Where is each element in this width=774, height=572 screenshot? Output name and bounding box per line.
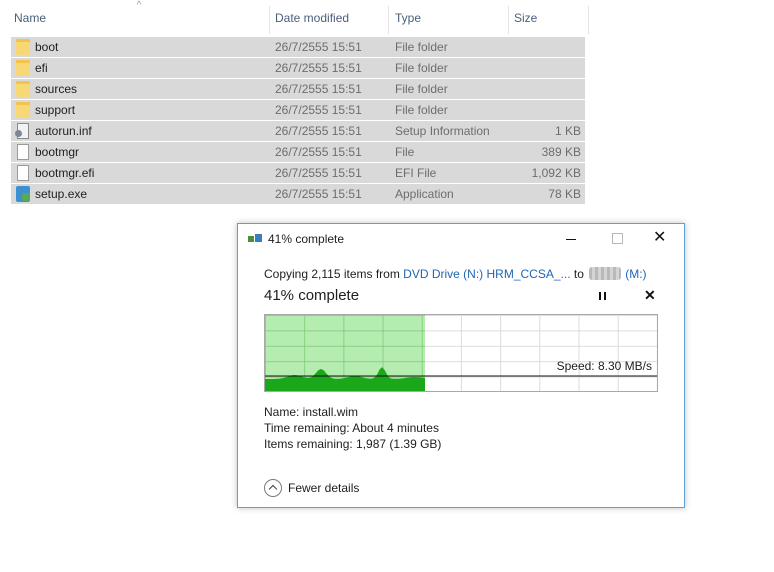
file-type: EFI File bbox=[395, 166, 437, 180]
maximize-button bbox=[595, 224, 641, 254]
file-copy-icon bbox=[248, 234, 262, 244]
file-type: File folder bbox=[395, 40, 448, 54]
file-size: 78 KB bbox=[548, 187, 581, 201]
chevron-up-icon bbox=[264, 479, 282, 497]
to-text: to bbox=[570, 267, 588, 281]
dialog-titlebar[interactable]: 41% complete ✕ bbox=[238, 224, 684, 254]
file-row[interactable]: autorun.inf 26/7/2555 15:51 Setup Inform… bbox=[11, 121, 585, 141]
pause-icon-bar bbox=[599, 292, 601, 300]
throughput-area bbox=[265, 367, 425, 391]
maximize-icon bbox=[612, 233, 623, 244]
source-link[interactable]: DVD Drive (N:) HRM_CCSA_... bbox=[403, 267, 570, 281]
sort-ascending-icon: ^ bbox=[136, 0, 142, 11]
column-header-date[interactable]: Date modified bbox=[269, 0, 389, 34]
dialog-title: 41% complete bbox=[268, 232, 345, 246]
cancel-copy-button[interactable]: ✕ bbox=[644, 287, 658, 303]
file-name: efi bbox=[35, 61, 48, 75]
file-list-view: Name ^ Date modified Type Size boot 26/7… bbox=[0, 0, 600, 215]
time-remaining-line: Time remaining: About 4 minutes bbox=[264, 421, 439, 435]
speed-label: Speed: 8.30 MB/s bbox=[556, 359, 652, 373]
copy-description: Copying 2,115 items from DVD Drive (N:) … bbox=[264, 267, 647, 281]
file-size: 389 KB bbox=[541, 145, 581, 159]
file-icon bbox=[17, 144, 29, 160]
folder-icon bbox=[16, 60, 30, 76]
file-type: File folder bbox=[395, 82, 448, 96]
file-type: File bbox=[395, 145, 415, 159]
copy-progress-dialog: 41% complete ✕ Copying 2,115 items from … bbox=[237, 223, 685, 508]
stop-icon: ✕ bbox=[644, 287, 656, 303]
file-icon bbox=[17, 165, 29, 181]
file-name: support bbox=[35, 103, 76, 117]
file-type: File folder bbox=[395, 103, 448, 117]
folder-icon bbox=[16, 81, 30, 97]
file-date: 26/7/2555 15:51 bbox=[275, 187, 362, 201]
minimize-button[interactable] bbox=[549, 224, 595, 254]
minimize-icon bbox=[566, 239, 576, 240]
column-header-type-label: Type bbox=[395, 11, 422, 25]
close-button[interactable]: ✕ bbox=[639, 224, 685, 254]
fewer-details-label: Fewer details bbox=[288, 481, 360, 495]
transfer-details: Name: install.wim Time remaining: About … bbox=[264, 404, 441, 452]
file-size: 1 KB bbox=[554, 124, 581, 138]
file-name-line: Name: install.wim bbox=[264, 405, 359, 419]
file-row[interactable]: efi 26/7/2555 15:51 File folder bbox=[11, 58, 585, 78]
file-rows: boot 26/7/2555 15:51 File folder efi 26/… bbox=[11, 37, 585, 205]
file-name: bootmgr.efi bbox=[35, 166, 95, 180]
application-icon bbox=[16, 186, 30, 202]
column-divider[interactable] bbox=[588, 6, 589, 34]
file-date: 26/7/2555 15:51 bbox=[275, 103, 362, 117]
close-icon: ✕ bbox=[653, 229, 667, 246]
file-date: 26/7/2555 15:51 bbox=[275, 61, 362, 75]
column-header-type[interactable]: Type bbox=[389, 0, 509, 34]
destination-name-redacted bbox=[589, 267, 622, 280]
items-remaining-line: Items remaining: 1,987 (1.39 GB) bbox=[264, 437, 442, 451]
file-row[interactable]: support 26/7/2555 15:51 File folder bbox=[11, 100, 585, 120]
file-row[interactable]: sources 26/7/2555 15:51 File folder bbox=[11, 79, 585, 99]
file-name: sources bbox=[35, 82, 78, 96]
throughput-chart bbox=[265, 367, 657, 391]
file-name: bootmgr bbox=[35, 145, 80, 159]
file-date: 26/7/2555 15:51 bbox=[275, 124, 362, 138]
file-row[interactable]: bootmgr 26/7/2555 15:51 File 389 KB bbox=[11, 142, 585, 162]
column-header-bar: Name ^ Date modified Type Size bbox=[0, 0, 590, 34]
column-header-date-label: Date modified bbox=[275, 11, 350, 25]
file-row[interactable]: bootmgr.efi 26/7/2555 15:51 EFI File 1,0… bbox=[11, 163, 585, 183]
setup-info-icon bbox=[15, 123, 29, 139]
file-row[interactable]: boot 26/7/2555 15:51 File folder bbox=[11, 37, 585, 57]
file-date: 26/7/2555 15:51 bbox=[275, 40, 362, 54]
file-name: autorun.inf bbox=[35, 124, 92, 138]
file-type: Application bbox=[395, 187, 454, 201]
file-date: 26/7/2555 15:51 bbox=[275, 82, 362, 96]
progress-status: 41% complete bbox=[264, 287, 360, 304]
file-date: 26/7/2555 15:51 bbox=[275, 166, 362, 180]
column-header-size-label: Size bbox=[514, 11, 538, 25]
file-name: boot bbox=[35, 40, 59, 54]
file-size: 1,092 KB bbox=[531, 166, 581, 180]
destination-link[interactable]: (M:) bbox=[625, 267, 646, 281]
folder-icon bbox=[16, 102, 30, 118]
folder-icon bbox=[16, 39, 30, 55]
file-type: Setup Information bbox=[395, 124, 490, 138]
file-date: 26/7/2555 15:51 bbox=[275, 145, 362, 159]
column-header-size[interactable]: Size bbox=[508, 0, 588, 34]
pause-icon-bar bbox=[604, 292, 606, 300]
file-type: File folder bbox=[395, 61, 448, 75]
transfer-speed-graph: Speed: 8.30 MB/s bbox=[264, 314, 658, 392]
file-name: setup.exe bbox=[35, 187, 88, 201]
file-row[interactable]: setup.exe 26/7/2555 15:51 Application 78… bbox=[11, 184, 585, 204]
column-header-name-label: Name bbox=[14, 11, 47, 25]
pause-button[interactable] bbox=[596, 290, 610, 304]
copy-prefix-text: Copying 2,115 items from bbox=[264, 267, 404, 281]
